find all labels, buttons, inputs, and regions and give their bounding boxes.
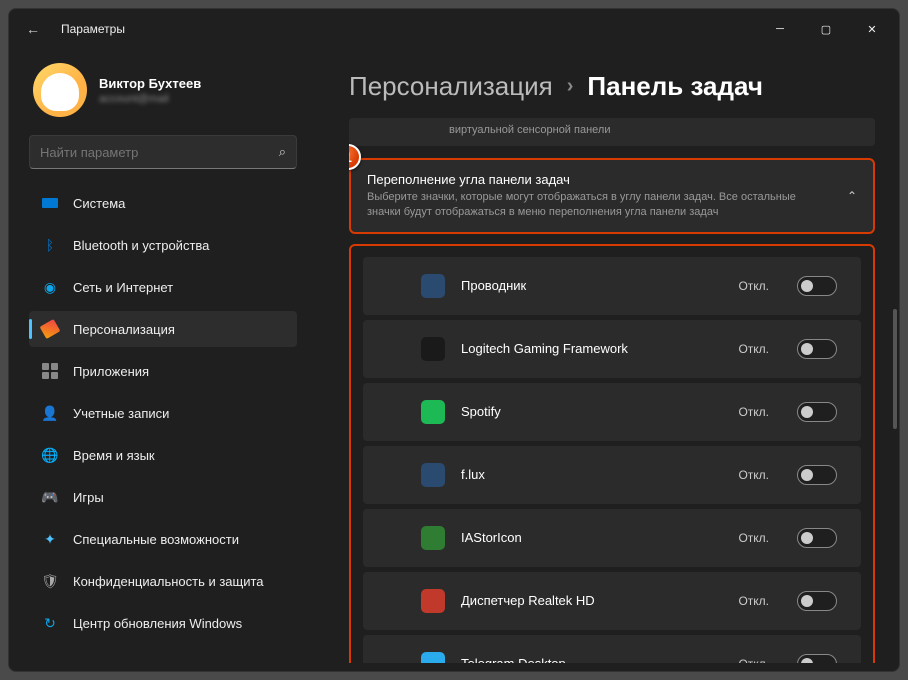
- gamepad-icon: 🎮: [41, 488, 59, 506]
- system-icon: [41, 194, 59, 212]
- user-name: Виктор Бухтеев: [99, 76, 201, 91]
- wifi-icon: ◉: [41, 278, 59, 296]
- globe-icon: 🌐: [41, 446, 59, 464]
- sidebar-item-system[interactable]: Система: [29, 185, 297, 221]
- back-button[interactable]: ←: [13, 9, 53, 49]
- bluetooth-icon: ᛒ: [41, 236, 59, 254]
- chevron-right-icon: ›: [567, 75, 574, 98]
- close-button[interactable]: ✕: [849, 9, 895, 49]
- sidebar-item-label: Центр обновления Windows: [73, 616, 242, 631]
- brush-icon: [41, 320, 59, 338]
- accessibility-icon: ✦: [41, 530, 59, 548]
- sidebar-item-network[interactable]: ◉ Сеть и Интернет: [29, 269, 297, 305]
- sidebar-item-label: Время и язык: [73, 448, 155, 463]
- toggle-state-label: Откл.: [738, 468, 769, 482]
- toggle-state-label: Откл.: [738, 531, 769, 545]
- app-name: f.lux: [461, 467, 722, 482]
- toggle-switch[interactable]: [797, 528, 837, 548]
- sidebar-item-privacy[interactable]: 🛡 Конфиденциальность и защита: [29, 563, 297, 599]
- annotation-badge-1: 1: [349, 144, 361, 170]
- app-row: Telegram Desktop Откл.: [363, 635, 861, 663]
- toggle-state-label: Откл.: [738, 342, 769, 356]
- app-name: Проводник: [461, 278, 722, 293]
- toggle-state-label: Откл.: [738, 279, 769, 293]
- app-icon: [421, 337, 445, 361]
- update-icon: ↻: [41, 614, 59, 632]
- sidebar-item-label: Сеть и Интернет: [73, 280, 173, 295]
- chevron-up-icon: ⌃: [847, 189, 857, 203]
- avatar: [33, 63, 87, 117]
- sidebar-item-label: Игры: [73, 490, 104, 505]
- app-icon: [421, 400, 445, 424]
- sidebar-item-accessibility[interactable]: ✦ Специальные возможности: [29, 521, 297, 557]
- app-row: Проводник Откл.: [363, 257, 861, 315]
- breadcrumb: Персонализация › Панель задач: [349, 49, 881, 118]
- app-row: Диспетчер Realtek HD Откл.: [363, 572, 861, 630]
- scrollbar[interactable]: [893, 309, 897, 429]
- window-controls: ─ ▢ ✕: [757, 9, 895, 49]
- sidebar-item-label: Система: [73, 196, 125, 211]
- sidebar-item-personalization[interactable]: Персонализация: [29, 311, 297, 347]
- sidebar-item-label: Учетные записи: [73, 406, 169, 421]
- breadcrumb-root[interactable]: Персонализация: [349, 71, 553, 102]
- app-row: Spotify Откл.: [363, 383, 861, 441]
- toggle-switch[interactable]: [797, 339, 837, 359]
- sidebar-item-label: Конфиденциальность и защита: [73, 574, 264, 589]
- app-name: Диспетчер Realtek HD: [461, 593, 722, 608]
- breadcrumb-current: Панель задач: [587, 71, 763, 102]
- section-desc: Выберите значки, которые могут отображат…: [367, 190, 797, 220]
- toggle-switch[interactable]: [797, 276, 837, 296]
- toggle-state-label: Откл.: [738, 405, 769, 419]
- sidebar-item-apps[interactable]: Приложения: [29, 353, 297, 389]
- user-icon: 👤: [41, 404, 59, 422]
- sidebar-item-label: Bluetooth и устройства: [73, 238, 209, 253]
- search-icon: ⌕: [279, 144, 286, 160]
- app-icon: [421, 463, 445, 487]
- search-input[interactable]: [40, 145, 279, 160]
- app-icon: [421, 526, 445, 550]
- sidebar-item-label: Приложения: [73, 364, 149, 379]
- sidebar-item-accounts[interactable]: 👤 Учетные записи: [29, 395, 297, 431]
- overflow-apps-list: 2 Проводник Откл. Logitech Gaming Framew…: [349, 244, 875, 663]
- content: виртуальной сенсорной панели 1 Переполне…: [349, 118, 881, 663]
- titlebar: ← Параметры ─ ▢ ✕: [9, 9, 899, 49]
- window-title: Параметры: [61, 22, 125, 36]
- toggle-switch[interactable]: [797, 402, 837, 422]
- toggle-switch[interactable]: [797, 591, 837, 611]
- sidebar-item-update[interactable]: ↻ Центр обновления Windows: [29, 605, 297, 641]
- body: Виктор Бухтеев account@mail ⌕ Система ᛒ …: [9, 49, 899, 671]
- toggle-state-label: Откл.: [738, 594, 769, 608]
- shield-icon: 🛡: [41, 572, 59, 590]
- user-row[interactable]: Виктор Бухтеев account@mail: [29, 57, 297, 127]
- app-name: IAStorIcon: [461, 530, 722, 545]
- settings-window: ← Параметры ─ ▢ ✕ Виктор Бухтеев account…: [8, 8, 900, 672]
- partial-row: виртуальной сенсорной панели: [349, 118, 875, 146]
- app-row: f.lux Откл.: [363, 446, 861, 504]
- main: Персонализация › Панель задач виртуально…: [309, 49, 899, 671]
- sidebar-item-games[interactable]: 🎮 Игры: [29, 479, 297, 515]
- app-name: Spotify: [461, 404, 722, 419]
- sidebar: Виктор Бухтеев account@mail ⌕ Система ᛒ …: [9, 49, 309, 671]
- overflow-section-header[interactable]: 1 Переполнение угла панели задач Выберит…: [349, 158, 875, 234]
- maximize-button[interactable]: ▢: [803, 9, 849, 49]
- app-name: Logitech Gaming Framework: [461, 341, 722, 356]
- app-name: Telegram Desktop: [461, 656, 722, 663]
- apps-icon: [41, 362, 59, 380]
- toggle-switch[interactable]: [797, 465, 837, 485]
- section-title: Переполнение угла панели задач: [367, 172, 797, 187]
- app-icon: [421, 274, 445, 298]
- search-box[interactable]: ⌕: [29, 135, 297, 169]
- minimize-button[interactable]: ─: [757, 9, 803, 49]
- sidebar-item-label: Персонализация: [73, 322, 175, 337]
- sidebar-item-bluetooth[interactable]: ᛒ Bluetooth и устройства: [29, 227, 297, 263]
- app-icon: [421, 652, 445, 663]
- app-row: IAStorIcon Откл.: [363, 509, 861, 567]
- app-row: Logitech Gaming Framework Откл.: [363, 320, 861, 378]
- app-icon: [421, 589, 445, 613]
- sidebar-item-label: Специальные возможности: [73, 532, 239, 547]
- user-sub: account@mail: [99, 93, 201, 105]
- toggle-state-label: Откл.: [738, 657, 769, 663]
- toggle-switch[interactable]: [797, 654, 837, 663]
- sidebar-item-time[interactable]: 🌐 Время и язык: [29, 437, 297, 473]
